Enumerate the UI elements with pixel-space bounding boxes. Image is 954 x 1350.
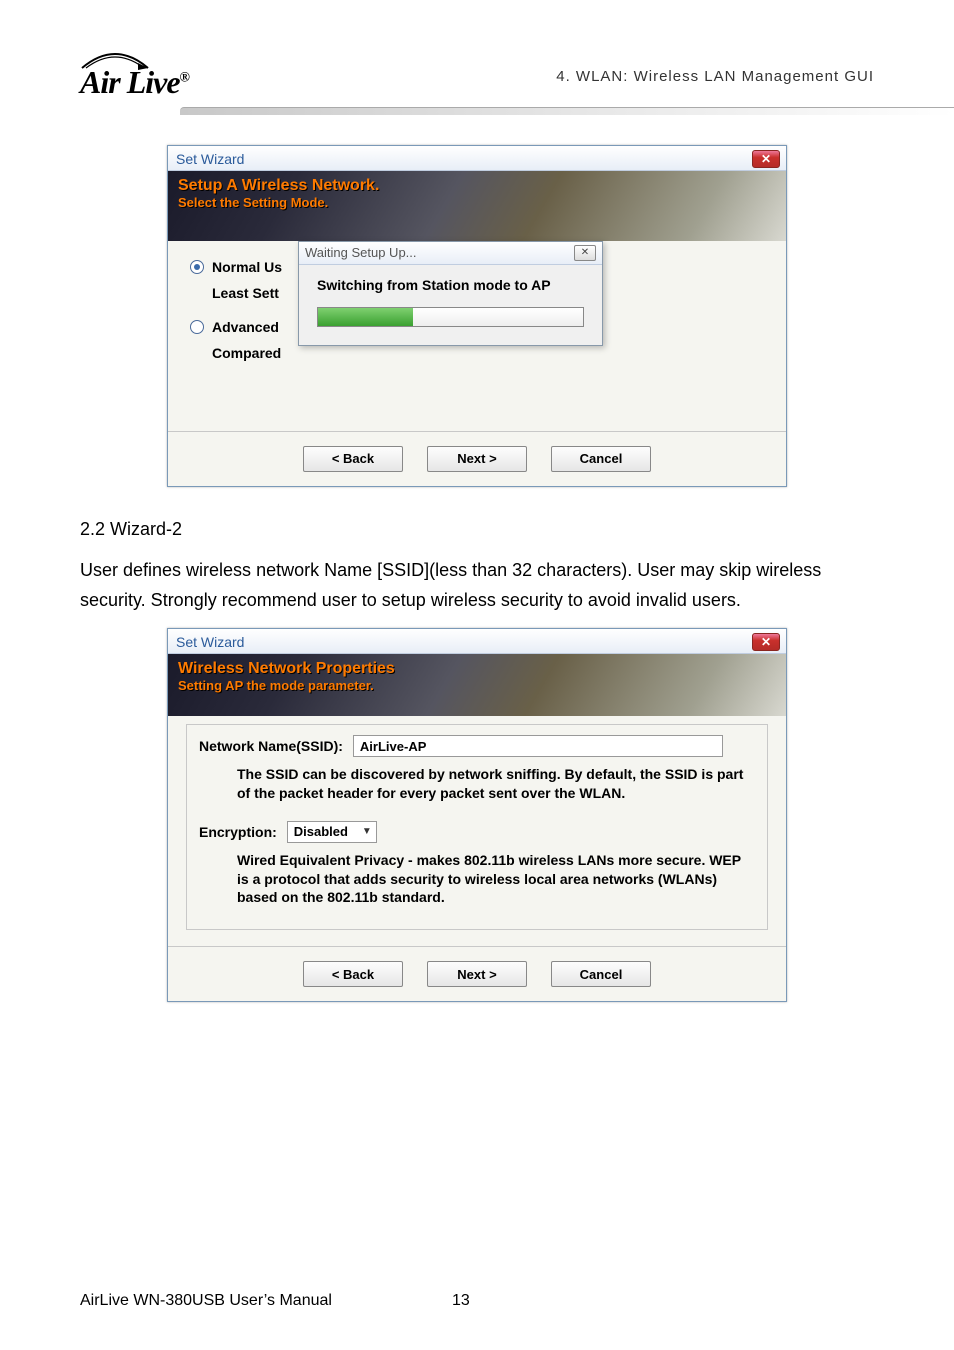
radio-normal-label: Normal Us xyxy=(212,259,282,275)
chapter-label: 4. WLAN: Wireless LAN Management GUI xyxy=(556,50,874,85)
section-paragraph: User defines wireless network Name [SSID… xyxy=(80,556,874,615)
ssid-description: The SSID can be discovered by network sn… xyxy=(237,765,755,803)
dialog1-title: Set Wizard xyxy=(176,151,244,167)
chevron-down-icon: ▼ xyxy=(362,826,372,837)
logo-text: Air Live® xyxy=(80,68,189,97)
dialog2-title: Set Wizard xyxy=(176,634,244,650)
close-icon[interactable]: ✕ xyxy=(752,633,780,651)
wizard-dialog-1: Set Wizard ✕ Setup A Wireless Network. S… xyxy=(167,145,787,487)
back-button[interactable]: < Back xyxy=(303,961,403,987)
progress-fill xyxy=(318,308,413,326)
radio-advanced-desc: Compared xyxy=(212,345,764,361)
close-icon[interactable]: ✕ xyxy=(752,150,780,168)
dialog1-banner-subtitle: Select the Setting Mode. xyxy=(178,195,776,210)
logo-arc-icon xyxy=(80,50,150,70)
radio-advanced[interactable] xyxy=(190,320,204,334)
radio-advanced-label: Advanced xyxy=(212,319,279,335)
header-divider xyxy=(180,107,954,115)
wizard-dialog-2: Set Wizard ✕ Wireless Network Properties… xyxy=(167,628,787,1002)
section-heading: 2.2 Wizard-2 xyxy=(80,515,874,545)
encryption-description: Wired Equivalent Privacy - makes 802.11b… xyxy=(237,851,755,908)
next-button[interactable]: Next > xyxy=(427,961,527,987)
footer-doc-title: AirLive WN-380USB User’s Manual xyxy=(80,1292,332,1310)
cancel-button[interactable]: Cancel xyxy=(551,446,651,472)
cancel-button[interactable]: Cancel xyxy=(551,961,651,987)
ssid-label: Network Name(SSID): xyxy=(199,738,343,754)
dialog2-banner-title: Wireless Network Properties xyxy=(178,660,776,678)
dialog1-banner-title: Setup A Wireless Network. xyxy=(178,177,776,195)
encryption-label: Encryption: xyxy=(199,824,277,840)
waiting-popup: Waiting Setup Up... ✕ Switching from Sta… xyxy=(298,241,603,346)
popup-message: Switching from Station mode to AP xyxy=(317,277,584,293)
dialog2-banner: Wireless Network Properties Setting AP t… xyxy=(168,654,786,716)
footer-page-number: 13 xyxy=(452,1292,470,1310)
ssid-input[interactable]: AirLive-AP xyxy=(353,735,723,757)
dialog1-banner: Setup A Wireless Network. Select the Set… xyxy=(168,171,786,241)
back-button[interactable]: < Back xyxy=(303,446,403,472)
dialog2-titlebar: Set Wizard ✕ xyxy=(168,629,786,654)
progress-bar xyxy=(317,307,584,327)
dialog2-banner-subtitle: Setting AP the mode parameter. xyxy=(178,678,776,693)
popup-close-icon[interactable]: ✕ xyxy=(574,245,596,261)
encryption-select[interactable]: Disabled ▼ xyxy=(287,821,377,843)
logo: Air Live® xyxy=(80,50,189,97)
popup-title: Waiting Setup Up... xyxy=(305,245,417,260)
next-button[interactable]: Next > xyxy=(427,446,527,472)
radio-normal[interactable] xyxy=(190,260,204,274)
dialog1-titlebar: Set Wizard ✕ xyxy=(168,146,786,171)
